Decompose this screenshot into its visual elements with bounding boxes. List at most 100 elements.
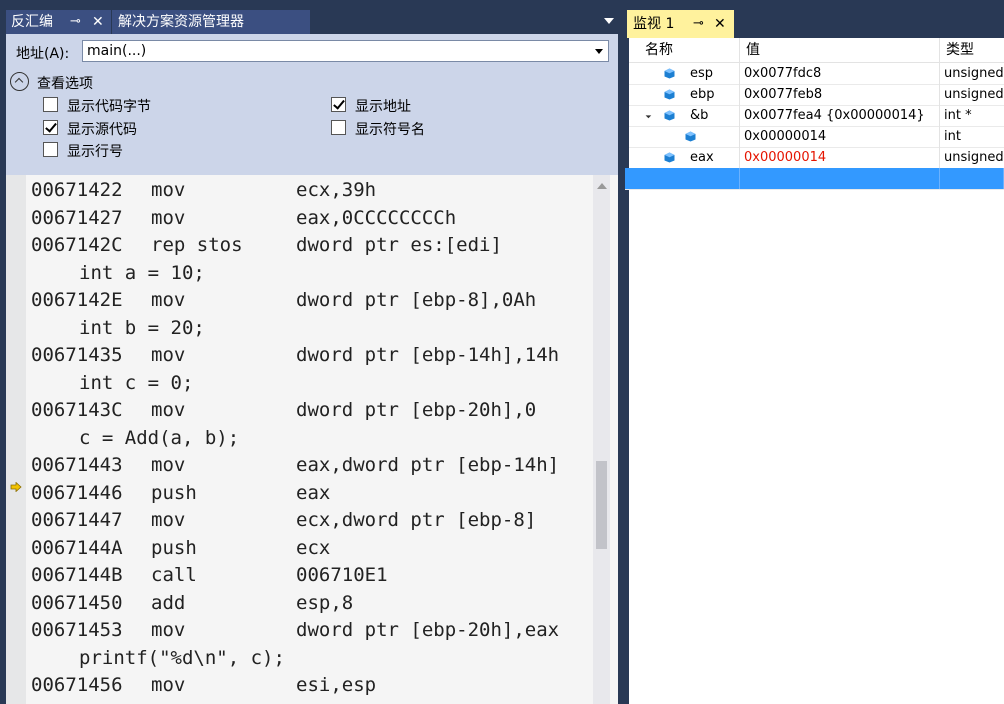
tab-disassembly-label: 反汇编 [11, 14, 53, 30]
asm-line[interactable]: 00671446 push eax [31, 480, 601, 508]
watch-empty-cell[interactable] [639, 168, 740, 189]
mnemonic-text: mov [151, 289, 186, 311]
address-text: 00671446 [31, 481, 123, 504]
asm-line[interactable]: 00671447 mov ecx,dword ptr [ebp-8] [31, 507, 601, 535]
close-icon[interactable]: ✕ [92, 10, 104, 34]
disassembly-code-view[interactable]: 00671422 mov ecx,39h 00671427 mov eax,0CCCCCC… [6, 175, 618, 704]
operands-text: ecx [296, 536, 331, 559]
asm-line[interactable]: 0067143C mov dword ptr [ebp-20h],0 [31, 397, 601, 425]
address-text: 0067144A [31, 536, 123, 559]
watch-name-cell[interactable]: eax [639, 147, 740, 168]
source-text: int b = 20; [79, 316, 205, 339]
tab-disassembly[interactable]: 反汇编 ⊸ ✕ [6, 10, 111, 34]
variable-cube-icon [685, 131, 696, 142]
column-header-name[interactable]: 名称 [639, 38, 740, 62]
expand-arrow-icon[interactable] [642, 109, 652, 119]
operands-text: esp,8 [296, 591, 354, 614]
watch-row[interactable]: &b 0x0077fea4 {0x00000014} int * [629, 105, 1004, 127]
pin-icon[interactable]: ⊸ [70, 10, 81, 34]
watch-grid: 名称 值 类型 esp 0x0077fdc8 unsigned ebp 0x0077fe… [625, 38, 1004, 704]
indicator-margin[interactable] [6, 175, 26, 704]
vertical-scrollbar[interactable] [593, 175, 610, 704]
disassembly-toolbar: 地址(A): main(...) 查看选项 显示代码字节 显示地址 显示源代码 … [6, 34, 618, 175]
column-header-value[interactable]: 值 [740, 38, 940, 62]
asm-line[interactable]: 0067144A push ecx [31, 535, 601, 563]
address-text: 00671450 [31, 591, 123, 614]
chevron-down-icon[interactable] [595, 49, 603, 54]
operands-text: dword ptr [ebp-8],0Ah [296, 289, 537, 311]
watch-name-text: &b [690, 108, 709, 123]
watch-empty-cell[interactable] [940, 168, 1004, 189]
watch-name-cell[interactable]: esp [639, 63, 740, 84]
tab-solution-explorer-label: 解决方案资源管理器 [118, 14, 244, 30]
mnemonic-text: mov [151, 206, 186, 229]
watch-value-cell[interactable]: 0x0077fdc8 [740, 63, 940, 84]
address-combobox[interactable]: main(...) [82, 40, 609, 62]
mnemonic-text: mov [151, 344, 186, 366]
operands-text: 006710E1 [296, 564, 388, 586]
source-text: int c = 0; [79, 371, 194, 394]
checkbox-show-line-numbers[interactable] [43, 142, 58, 157]
asm-line[interactable]: 0067142E mov dword ptr [ebp-8],0Ah [31, 287, 601, 315]
checkbox-show-symbol-names[interactable] [331, 120, 346, 135]
watch-row[interactable]: ebp 0x0077feb8 unsigned [629, 84, 1004, 106]
current-instruction-arrow-icon [10, 482, 22, 492]
watch-value-cell[interactable]: 0x00000014 [740, 147, 940, 168]
tab-watch-1[interactable]: 监视 1 ⊸ ✕ [627, 10, 734, 38]
watch-header-row: 名称 值 类型 [629, 38, 1004, 63]
collapse-options-icon[interactable] [10, 72, 29, 91]
column-header-type[interactable]: 类型 [940, 38, 1004, 62]
mnemonic-text: mov [151, 399, 186, 421]
address-text: 00671422 [31, 179, 123, 201]
mnemonic-text: push [151, 481, 197, 504]
address-text: 00671453 [31, 619, 123, 641]
close-icon[interactable]: ✕ [714, 10, 726, 38]
pin-icon[interactable]: ⊸ [693, 10, 704, 38]
watch-name-text: esp [690, 66, 714, 81]
asm-line[interactable]: 00671450 add esp,8 [31, 590, 601, 618]
watch-empty-cell[interactable] [740, 168, 940, 189]
watch-row[interactable]: 0x00000014 int [629, 126, 1004, 148]
watch-type-cell: unsigned [944, 150, 1004, 165]
watch-value-cell[interactable]: 0x0077fea4 {0x00000014} [740, 105, 940, 126]
watch-name-cell[interactable] [639, 126, 740, 147]
source-line[interactable]: c = Add(a, b); [31, 425, 601, 453]
tab-solution-explorer[interactable]: 解决方案资源管理器 [112, 10, 310, 34]
address-text: 00671447 [31, 509, 123, 531]
asm-line[interactable]: 00671443 mov eax,dword ptr [ebp-14h] [31, 452, 601, 480]
mnemonic-text: mov [151, 179, 186, 201]
source-line[interactable]: int b = 20; [31, 315, 601, 343]
watch-new-item-row[interactable] [625, 168, 1004, 190]
asm-line[interactable]: 00671456 mov esi,esp [31, 672, 601, 700]
asm-line[interactable]: 00671453 mov dword ptr [ebp-20h],eax [31, 617, 601, 645]
disassembly-window: 反汇编 ⊸ ✕ 解决方案资源管理器 地址(A): main(...) 查看选项 … [0, 0, 620, 704]
checkbox-show-source-code[interactable] [43, 120, 58, 135]
mnemonic-text: mov [151, 674, 186, 696]
watch-value-cell[interactable]: 0x0077feb8 [740, 84, 940, 105]
mnemonic-text: call [151, 564, 197, 586]
asm-line[interactable]: 00671427 mov eax,0CCCCCCCCh [31, 205, 601, 233]
asm-line[interactable]: 0067144B call 006710E1 [31, 562, 601, 590]
source-line[interactable]: int a = 10; [31, 260, 601, 288]
checkbox-show-address[interactable] [331, 97, 346, 112]
asm-line[interactable]: 0067142C rep stos dword ptr es:[edi] [31, 232, 601, 260]
asm-line[interactable]: 00671422 mov ecx,39h [31, 177, 601, 205]
watch-value-cell[interactable]: 0x00000014 [740, 126, 940, 147]
operands-text: dword ptr es:[edi] [296, 234, 502, 256]
operands-text: eax [296, 481, 331, 504]
chevron-down-icon[interactable] [604, 18, 614, 24]
address-text: 00671443 [31, 454, 123, 476]
scrollbar-thumb[interactable] [596, 461, 607, 549]
watch-name-cell[interactable]: &b [639, 105, 740, 126]
view-options-heading: 查看选项 [37, 76, 93, 92]
checkbox-show-code-bytes[interactable] [43, 97, 58, 112]
address-text: 00671427 [31, 206, 123, 229]
watch-row[interactable]: esp 0x0077fdc8 unsigned [629, 63, 1004, 85]
watch-row[interactable]: eax 0x00000014 unsigned [629, 147, 1004, 169]
watch-name-cell[interactable]: ebp [639, 84, 740, 105]
source-line[interactable]: printf("%d\n", c); [31, 645, 601, 673]
scroll-up-icon[interactable] [597, 183, 607, 189]
asm-line[interactable]: 00671435 mov dword ptr [ebp-14h],14h [31, 342, 601, 370]
option-label: 显示地址 [355, 99, 411, 115]
source-line[interactable]: int c = 0; [31, 370, 601, 398]
